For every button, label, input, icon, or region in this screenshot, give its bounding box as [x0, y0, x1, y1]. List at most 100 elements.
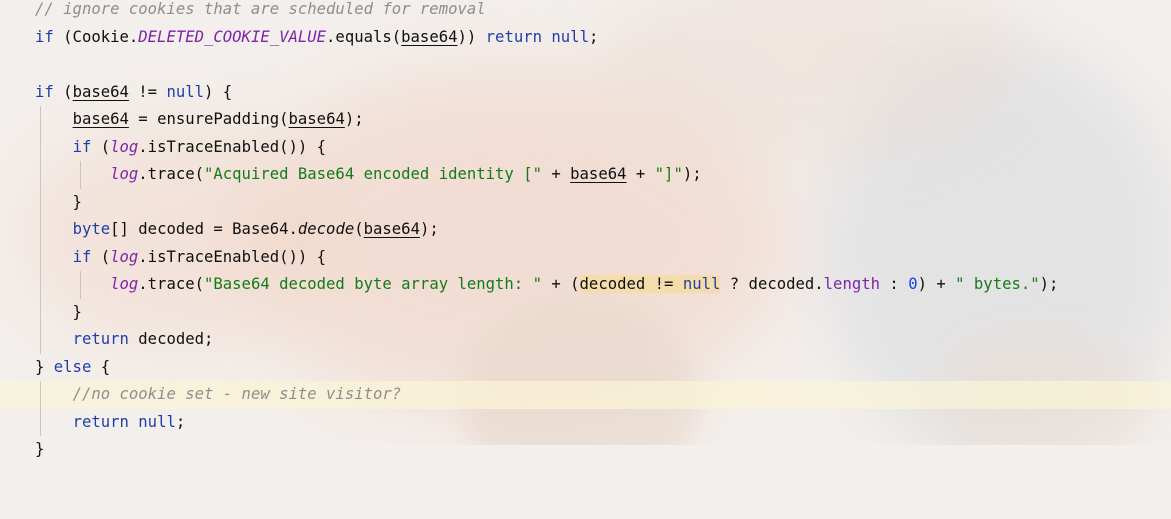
code-line[interactable]: if (base64 != null) {: [0, 79, 1171, 107]
line-content: return null;: [35, 409, 186, 437]
code-token: }: [35, 302, 82, 321]
code-line[interactable]: byte[] decoded = Base64.decode(base64);: [0, 216, 1171, 244]
field-token: log: [110, 165, 139, 183]
code-token: .trace(: [138, 165, 204, 183]
keyword-token: if: [72, 137, 92, 156]
code-token: (: [53, 82, 73, 101]
code-line[interactable]: } else {: [0, 354, 1171, 382]
code-token: !=: [128, 82, 167, 101]
matched-expression-highlight: decoded != null: [579, 275, 721, 293]
keyword-token: byte: [72, 220, 111, 238]
string-token: "Base64 decoded byte array length: ": [204, 275, 542, 293]
indent-token: [35, 110, 73, 128]
code-line[interactable]: return decoded;: [0, 326, 1171, 354]
variable-token: base64: [72, 82, 129, 101]
indent-token: [35, 165, 110, 183]
number-token: 0: [908, 275, 918, 293]
line-content: }: [35, 436, 44, 464]
indent-token: [35, 275, 110, 293]
string-token: "]": [654, 165, 683, 183]
line-content: log.trace("Acquired Base64 encoded ident…: [35, 161, 702, 189]
line-content: }: [35, 299, 82, 327]
code-line[interactable]: log.trace("Base64 decoded byte array len…: [0, 271, 1171, 299]
constant-token: DELETED_COOKIE_VALUE: [138, 27, 327, 46]
variable-token: base64: [401, 27, 458, 46]
indent-token: [35, 385, 73, 403]
keyword-token: null: [166, 82, 205, 101]
keyword-token: if: [35, 27, 54, 46]
line-content: if (log.isTraceEnabled()) {: [35, 244, 327, 272]
code-token: }: [35, 440, 45, 458]
line-content: byte[] decoded = Base64.decode(base64);: [35, 216, 439, 244]
code-line[interactable]: log.trace("Acquired Base64 encoded ident…: [0, 161, 1171, 189]
field-token: length: [823, 275, 881, 293]
keyword-token: if: [72, 247, 92, 266]
code-token: ) +: [917, 275, 956, 293]
code-line[interactable]: }: [0, 188, 1171, 217]
code-line[interactable]: return null;: [0, 408, 1171, 437]
line-content: if (base64 != null) {: [35, 79, 232, 107]
code-line[interactable]: if (Cookie.DELETED_COOKIE_VALUE.equals(b…: [0, 24, 1171, 52]
code-token: ;: [588, 27, 599, 46]
code-token: decoded;: [128, 330, 214, 348]
indent-token: [35, 413, 73, 431]
code-token: .trace(: [138, 275, 204, 293]
code-line[interactable]: if (log.isTraceEnabled()) {: [0, 133, 1171, 162]
line-content: // ignore cookies that are scheduled for…: [35, 0, 486, 24]
line-content: return decoded;: [35, 326, 214, 354]
keyword-token: null: [138, 412, 176, 431]
line-content: }: [35, 189, 82, 217]
field-token: log: [110, 247, 139, 266]
code-line-empty[interactable]: [0, 51, 1171, 79]
keyword-token: return: [72, 412, 129, 431]
code-line[interactable]: if (log.isTraceEnabled()) {: [0, 243, 1171, 272]
line-content: base64 = ensurePadding(base64);: [35, 106, 364, 134]
code-token: );: [1039, 275, 1059, 293]
string-token: "Acquired Base64 encoded identity [": [204, 165, 542, 183]
keyword-token: null: [551, 27, 589, 46]
code-token: + (: [541, 275, 580, 293]
code-token: (Cookie.: [53, 27, 139, 46]
code-line[interactable]: base64 = ensurePadding(base64);: [0, 106, 1171, 134]
keyword-token: return: [485, 27, 543, 46]
line-content: if (log.isTraceEnabled()) {: [35, 134, 327, 162]
variable-token: base64: [570, 165, 627, 183]
line-content: } else {: [35, 354, 110, 382]
code-token: .equals(: [326, 27, 402, 46]
code-token: );: [682, 165, 702, 183]
line-content: log.trace("Base64 decoded byte array len…: [35, 271, 1058, 299]
code-token: )): [457, 27, 486, 46]
comment-token: // ignore cookies that are scheduled for…: [35, 0, 486, 18]
code-token: (: [354, 220, 364, 238]
code-token: (: [91, 247, 111, 266]
code-token: ) {: [204, 82, 233, 101]
code-token: ;: [175, 412, 186, 431]
keyword-token: if: [35, 82, 54, 101]
current-line-highlight[interactable]: //no cookie set - new site visitor?: [0, 381, 1171, 409]
code-editor[interactable]: // ignore cookies that are scheduled for…: [0, 0, 1171, 458]
code-lines[interactable]: // ignore cookies that are scheduled for…: [0, 0, 1171, 464]
code-line[interactable]: // ignore cookies that are scheduled for…: [0, 0, 1171, 24]
variable-token: base64: [288, 110, 345, 128]
code-token: }: [35, 357, 54, 376]
code-token: );: [344, 110, 364, 128]
code-line[interactable]: }: [0, 436, 1171, 464]
line-content: //no cookie set - new site visitor?: [35, 381, 402, 409]
code-token: [] decoded = Base64.: [110, 220, 298, 238]
field-token: log: [110, 137, 139, 156]
code-line[interactable]: }: [0, 298, 1171, 327]
code-token: :: [880, 275, 909, 293]
code-token: decoded !=: [579, 275, 683, 293]
indent-token: [35, 138, 73, 156]
indent-token: [35, 220, 73, 238]
code-token: .isTraceEnabled()) {: [138, 247, 327, 266]
keyword-token: null: [682, 275, 721, 293]
code-token: );: [419, 220, 439, 238]
keyword-token: return: [72, 330, 129, 348]
variable-token: base64: [363, 220, 420, 238]
string-token: " bytes.": [955, 275, 1040, 293]
code-token: +: [541, 165, 571, 183]
comment-token: //no cookie set - new site visitor?: [72, 385, 402, 403]
indent-token: [35, 248, 73, 266]
